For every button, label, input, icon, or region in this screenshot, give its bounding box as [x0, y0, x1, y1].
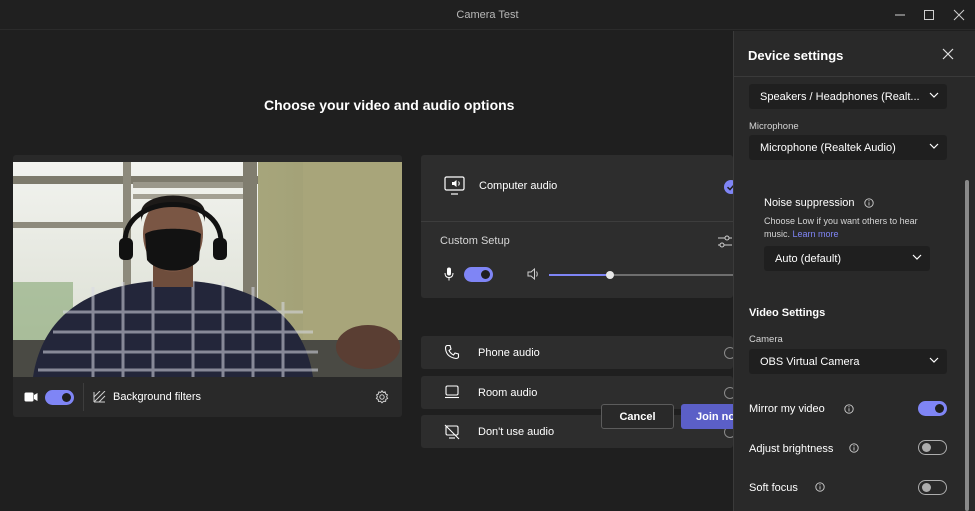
video-controls-bar: Background filters [13, 377, 402, 417]
camera-preview-image [13, 162, 402, 377]
mirror-video-toggle[interactable] [918, 401, 947, 416]
maximize-icon [924, 10, 934, 20]
speaker-dropdown-value: Speakers / Headphones (Realt... [760, 90, 920, 103]
background-filters-button[interactable]: Background filters [93, 389, 253, 407]
toggle-knob [935, 404, 944, 413]
computer-audio-label: Computer audio [479, 180, 558, 192]
camera-dropdown[interactable]: OBS Virtual Camera [749, 349, 947, 374]
close-icon[interactable] [942, 48, 954, 60]
camera-toggle[interactable] [45, 390, 74, 405]
prejoin-area: Choose your video and audio options Back… [0, 31, 738, 511]
noise-suppression-title: Noise suppression [764, 197, 855, 209]
adjust-brightness-label: Adjust brightness [749, 443, 834, 455]
video-preview-card: Background filters [13, 155, 402, 417]
maximize-button[interactable] [915, 4, 943, 26]
soft-focus-label: Soft focus [749, 482, 798, 494]
chevron-down-icon [929, 143, 939, 149]
device-settings-header: Device settings [734, 31, 975, 77]
computer-audio-icon [444, 176, 465, 195]
microphone-icon [444, 267, 454, 281]
chevron-down-icon [929, 357, 939, 363]
microphone-toggle[interactable] [464, 267, 493, 282]
page-title: Choose your video and audio options [264, 97, 515, 113]
phone-audio-option[interactable]: Phone audio [421, 336, 736, 369]
volume-thumb[interactable] [605, 271, 614, 279]
soft-focus-toggle[interactable] [918, 480, 947, 495]
camera-preview [13, 162, 402, 377]
cancel-button[interactable]: Cancel [601, 404, 674, 429]
info-icon[interactable] [864, 198, 874, 208]
close-icon [953, 9, 965, 21]
chevron-down-icon [912, 254, 922, 260]
title-bar: Camera Test [0, 0, 975, 30]
camera-icon [24, 392, 38, 402]
info-icon[interactable] [849, 443, 859, 453]
adjust-brightness-toggle[interactable] [918, 440, 947, 455]
custom-setup-label: Custom Setup [440, 235, 510, 247]
device-settings-panel: Device settings Speakers / Headphones (R… [733, 31, 975, 511]
noise-suppression-section: Noise suppression Choose Low if you want… [748, 181, 946, 286]
dont-use-audio-label: Don't use audio [478, 426, 555, 438]
camera-label: Camera [749, 334, 783, 345]
camera-dropdown-value: OBS Virtual Camera [760, 355, 860, 368]
scrollbar[interactable] [964, 180, 970, 511]
room-audio-icon [445, 385, 459, 399]
close-window-button[interactable] [945, 4, 973, 26]
learn-more-link[interactable]: Learn more [793, 229, 839, 239]
volume-fill [549, 274, 610, 276]
info-icon[interactable] [844, 404, 854, 414]
background-filters-label: Background filters [113, 391, 202, 403]
phone-icon [444, 344, 460, 360]
toggle-knob [922, 483, 931, 492]
microphone-toggle-knob [481, 270, 490, 279]
microphone-label: Microphone [749, 121, 799, 132]
minimize-icon [895, 14, 905, 16]
mirror-video-label: Mirror my video [749, 403, 825, 415]
noise-suppression-description: Choose Low if you want others to hear mu… [764, 215, 934, 241]
panel-title: Device settings [748, 48, 844, 63]
computer-audio-card[interactable]: Computer audio Custom Setup [421, 155, 738, 298]
scrollbar-thumb[interactable] [965, 180, 969, 511]
noise-suppression-dropdown[interactable]: Auto (default) [764, 246, 930, 271]
room-audio-label: Room audio [478, 387, 538, 399]
camera-toggle-knob [62, 393, 71, 402]
gear-icon[interactable] [375, 390, 389, 404]
window-title: Camera Test [456, 9, 519, 21]
divider [421, 221, 733, 222]
speaker-volume-icon [527, 268, 538, 280]
phone-audio-label: Phone audio [478, 347, 540, 359]
speaker-dropdown[interactable]: Speakers / Headphones (Realt... [749, 84, 947, 109]
chevron-down-icon [929, 92, 939, 98]
minimize-button[interactable] [886, 4, 914, 26]
video-settings-title: Video Settings [749, 307, 826, 319]
noise-suppression-dropdown-value: Auto (default) [775, 252, 842, 265]
divider [83, 383, 84, 411]
volume-slider[interactable] [549, 271, 733, 289]
audio-settings-sliders-icon[interactable] [718, 235, 732, 248]
noise-suppression-desc-text: Choose Low if you want others to hear mu… [764, 216, 918, 239]
microphone-dropdown-value: Microphone (Realtek Audio) [760, 141, 896, 154]
microphone-dropdown[interactable]: Microphone (Realtek Audio) [749, 135, 947, 160]
background-effects-icon [93, 391, 106, 403]
audio-off-icon [444, 424, 460, 440]
toggle-knob [922, 443, 931, 452]
info-icon[interactable] [815, 482, 825, 492]
